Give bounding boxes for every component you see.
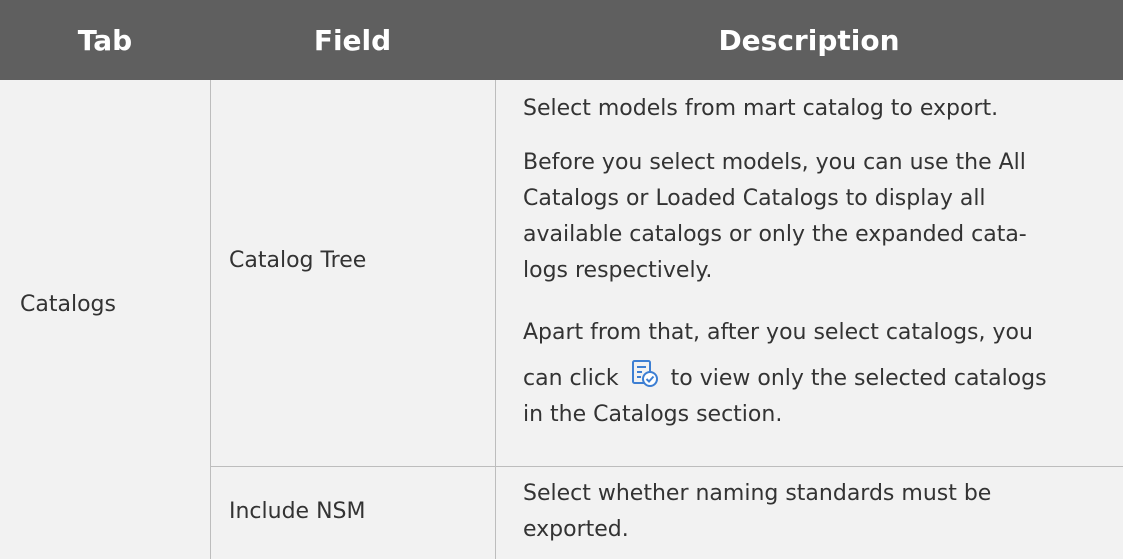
header-tab: Tab xyxy=(0,0,210,80)
parameters-table: Tab Field Description Catalogs Catalog T… xyxy=(0,0,1123,559)
column-divider-tab-field xyxy=(210,80,211,559)
tab-cell-catalogs: Catalogs xyxy=(20,292,116,317)
description-line: exported. xyxy=(523,517,629,542)
row-divider xyxy=(210,466,1123,467)
description-line: logs respectively. xyxy=(523,258,713,283)
description-line: Apart from that, after you select catalo… xyxy=(523,320,1033,345)
header-description: Description xyxy=(495,0,1123,80)
description-line: Select whether naming standards must be xyxy=(523,481,992,506)
description-catalog-tree-p2: Before you select models, you can use th… xyxy=(523,145,1113,289)
description-text: to view only the selected catalogs xyxy=(670,366,1047,391)
field-catalog-tree: Catalog Tree xyxy=(229,248,367,273)
description-line: Select models from mart catalog to expor… xyxy=(523,96,999,121)
description-include-nsm: Select whether naming standards must be … xyxy=(523,476,1113,548)
description-catalog-tree-p1: Select models from mart catalog to expor… xyxy=(523,91,1113,127)
description-line-with-icon: can click to view only the selected cata… xyxy=(523,359,1113,397)
description-line: in the Catalogs section. xyxy=(523,402,783,427)
description-text: can click xyxy=(523,366,619,391)
description-catalog-tree-p3: Apart from that, after you select catalo… xyxy=(523,315,1113,433)
description-line: available catalogs or only the expanded … xyxy=(523,222,1027,247)
selected-catalogs-filter-icon xyxy=(630,359,660,389)
column-divider-field-description xyxy=(495,80,496,559)
description-line: Catalogs or Loaded Catalogs to display a… xyxy=(523,186,986,211)
field-include-nsm: Include NSM xyxy=(229,499,366,524)
description-line: Before you select models, you can use th… xyxy=(523,150,1026,175)
header-field: Field xyxy=(210,0,495,80)
